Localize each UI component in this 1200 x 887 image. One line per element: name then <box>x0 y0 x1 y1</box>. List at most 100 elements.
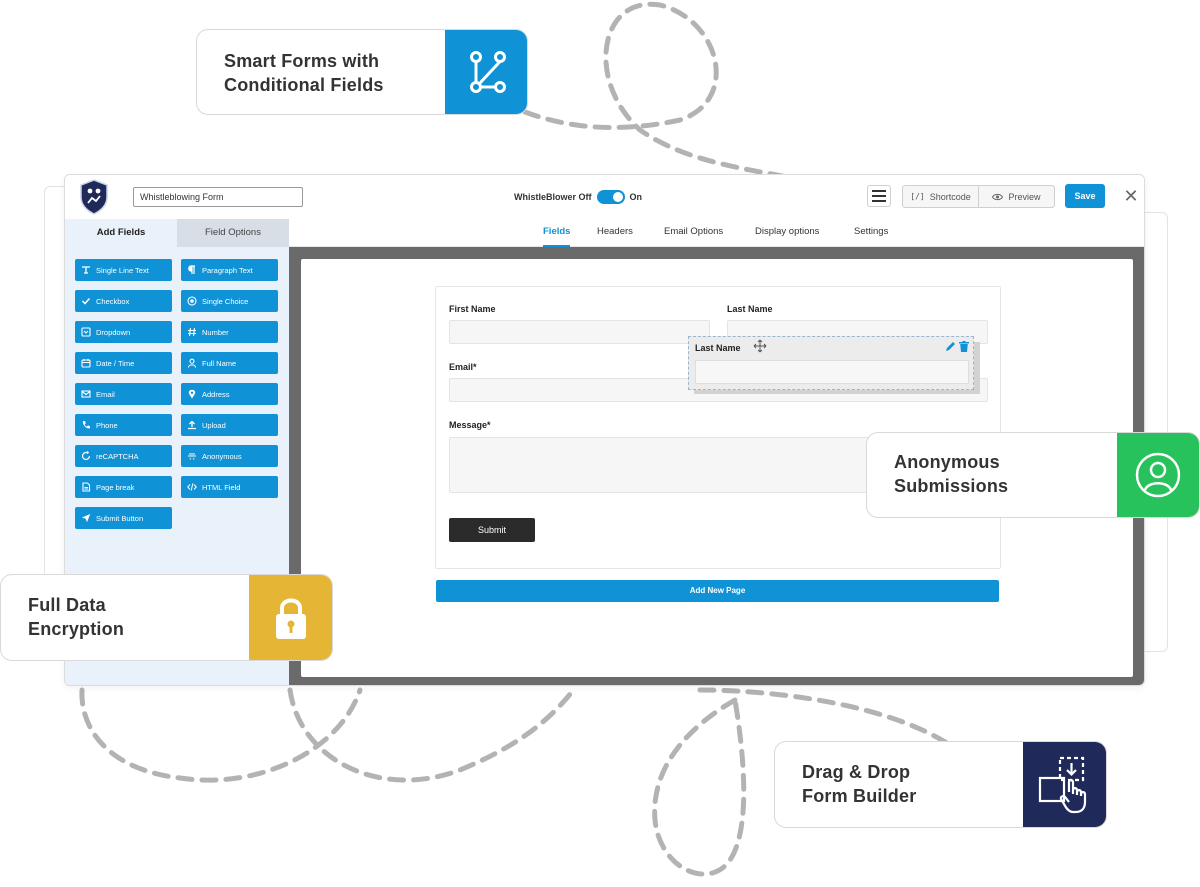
last-name-label: Last Name <box>727 304 773 314</box>
conditional-branch-tile <box>445 30 527 114</box>
callout-encryption: Full Data Encryption <box>0 574 333 661</box>
field-button-anonymous[interactable]: Anonymous <box>181 445 278 467</box>
field-button-html-field[interactable]: HTML Field <box>181 476 278 498</box>
preview-label: Preview <box>1008 191 1041 202</box>
field-button-single-line-text[interactable]: Single Line Text <box>75 259 172 281</box>
field-button-label: Single Choice <box>202 296 249 306</box>
callout-drag-drop-line2: Form Builder <box>802 786 917 806</box>
field-button-label: Page break <box>96 482 135 492</box>
paragraph-icon <box>187 265 197 275</box>
field-buttons-grid: Single Line Text Paragraph Text Checkbox Si… <box>75 259 279 529</box>
shield-logo-icon <box>80 179 108 215</box>
field-button-label: Checkbox <box>96 296 130 306</box>
shortcode-label: Shortcode <box>929 191 971 202</box>
field-button-label: Anonymous <box>202 451 242 461</box>
preview-button[interactable]: Preview <box>979 186 1054 207</box>
email-label: Email* <box>449 362 477 372</box>
field-button-recaptcha[interactable]: reCAPTCHA <box>75 445 172 467</box>
callout-smart-forms-line2: Conditional Fields <box>224 75 384 95</box>
field-button-label: Number <box>202 327 229 337</box>
sidebar-tabs: Add Fields Field Options <box>65 219 289 247</box>
field-button-label: Address <box>202 389 230 399</box>
field-button-date-time[interactable]: Date / Time <box>75 352 172 374</box>
anonymous-user-tile <box>1117 433 1199 517</box>
add-new-page-button[interactable]: Add New Page <box>436 580 999 602</box>
field-button-label: reCAPTCHA <box>96 451 139 461</box>
recaptcha-icon <box>81 451 91 461</box>
callout-smart-forms-line1: Smart Forms with <box>224 51 380 71</box>
radio-icon <box>187 296 197 306</box>
field-button-checkbox[interactable]: Checkbox <box>75 290 172 312</box>
callout-drag-drop-line1: Drag & Drop <box>802 762 911 782</box>
whistleblower-toggle[interactable] <box>596 190 625 204</box>
phone-icon <box>81 420 91 430</box>
tab-email-options[interactable]: Email Options <box>664 219 723 247</box>
envelope-icon <box>81 389 91 399</box>
field-button-submit-button[interactable]: Submit Button <box>75 507 172 529</box>
callout-smart-forms: Smart Forms with Conditional Fields <box>196 29 528 115</box>
field-button-address[interactable]: Address <box>181 383 278 405</box>
close-icon[interactable]: ✕ <box>1121 185 1141 207</box>
move-icon[interactable] <box>753 339 767 353</box>
callout-anonymous: Anonymous Submissions <box>866 432 1200 518</box>
page-icon <box>81 482 91 492</box>
field-button-upload[interactable]: Upload <box>181 414 278 436</box>
field-button-label: Paragraph Text <box>202 265 253 275</box>
code-icon <box>187 482 197 492</box>
field-button-label: Submit Button <box>96 513 144 523</box>
shortcode-button[interactable]: [/] Shortcode <box>903 186 979 207</box>
field-button-number[interactable]: Number <box>181 321 278 343</box>
whistleblower-toggle-group: WhistleBlower Off On <box>514 189 642 205</box>
pencil-icon[interactable] <box>945 341 956 352</box>
save-button[interactable]: Save <box>1065 184 1105 208</box>
hamburger-icon-bar <box>872 200 886 202</box>
field-button-label: Single Line Text <box>96 265 149 275</box>
field-button-single-choice[interactable]: Single Choice <box>181 290 278 312</box>
lock-icon <box>275 598 306 639</box>
upload-icon <box>187 420 197 430</box>
tab-display-options[interactable]: Display options <box>755 219 819 247</box>
message-label: Message* <box>449 420 491 430</box>
hamburger-menu-button[interactable] <box>867 185 891 207</box>
tab-add-fields[interactable]: Add Fields <box>65 219 177 247</box>
field-button-label: Phone <box>96 420 118 430</box>
user-icon <box>187 358 197 368</box>
field-button-phone[interactable]: Phone <box>75 414 172 436</box>
dragging-field-input <box>695 360 969 384</box>
hamburger-icon <box>872 190 886 192</box>
callout-encryption-text: Full Data Encryption <box>28 593 124 641</box>
shortcode-preview-group: [/] Shortcode Preview <box>902 185 1055 208</box>
submit-button[interactable]: Submit <box>449 518 535 542</box>
anonymous-icon <box>187 451 197 461</box>
trash-icon[interactable] <box>959 341 969 352</box>
tab-headers[interactable]: Headers <box>597 219 633 247</box>
tab-fields[interactable]: Fields <box>543 219 571 247</box>
toggle-off-label: WhistleBlower Off <box>514 192 592 202</box>
form-title-input[interactable]: Whistleblowing Form <box>133 187 303 207</box>
field-button-dropdown[interactable]: Dropdown <box>75 321 172 343</box>
encryption-lock-tile <box>249 575 332 660</box>
field-button-label: Email <box>96 389 115 399</box>
field-button-label: Dropdown <box>96 327 131 337</box>
hash-icon <box>187 327 197 337</box>
branch-icon <box>470 51 506 93</box>
callout-drag-drop-text: Drag & Drop Form Builder <box>802 760 916 808</box>
text-line-icon <box>81 265 91 275</box>
dragging-field-card[interactable]: Last Name <box>688 336 974 390</box>
first-name-input[interactable] <box>449 320 710 344</box>
hamburger-icon-bar <box>872 195 886 197</box>
field-button-full-name[interactable]: Full Name <box>181 352 278 374</box>
tab-field-options[interactable]: Field Options <box>177 219 289 247</box>
tab-settings[interactable]: Settings <box>854 219 888 247</box>
field-button-page-break[interactable]: Page break <box>75 476 172 498</box>
field-button-paragraph-text[interactable]: Paragraph Text <box>181 259 278 281</box>
toggle-on-label: On <box>629 192 643 202</box>
field-button-email[interactable]: Email <box>75 383 172 405</box>
field-button-label: Full Name <box>202 358 237 368</box>
callout-anonymous-line2: Submissions <box>894 476 1009 496</box>
dragging-field-label: Last Name <box>695 343 741 353</box>
field-button-label: HTML Field <box>202 482 241 492</box>
top-toolbar: Whistleblowing Form WhistleBlower Off On… <box>65 175 1144 219</box>
callout-drag-drop: Drag & Drop Form Builder <box>774 741 1107 828</box>
user-circle-icon <box>1135 452 1181 498</box>
